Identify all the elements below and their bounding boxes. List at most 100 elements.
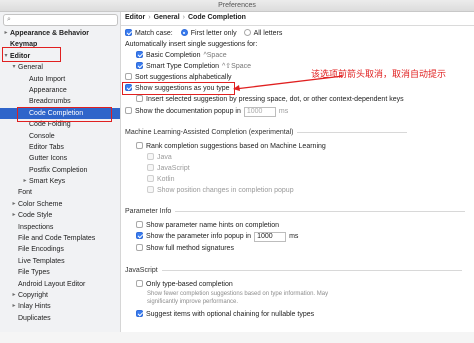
param-section-header: Parameter Info: [125, 208, 466, 215]
smart-completion-shortcut: ^⇧Space: [222, 63, 252, 70]
sidebar-item-gutter-icons[interactable]: Gutter Icons: [0, 153, 120, 164]
sidebar-item-label: Inlay Hints: [18, 303, 51, 311]
annotation-text: 该选项前箭头取消，取消自动提示: [311, 69, 447, 79]
search-input[interactable]: [16, 15, 114, 25]
ml-kotlin-row: Kotlin: [147, 175, 175, 184]
breadcrumb-code-completion: Code Completion: [188, 14, 246, 21]
param-popup-checkbox[interactable]: [136, 232, 143, 239]
sidebar-item-file-encodings[interactable]: File Encodings: [0, 244, 120, 255]
doc-popup-checkbox[interactable]: [125, 107, 132, 114]
sidebar-item-label: Android Layout Editor: [18, 280, 86, 288]
first-letter-radio[interactable]: [180, 29, 188, 36]
sidebar-item-file-types[interactable]: File Types: [0, 267, 120, 278]
sidebar-item-appearance-behavior[interactable]: ▸ Appearance & Behavior: [0, 28, 120, 39]
chevron-down-icon[interactable]: ▾: [2, 51, 10, 62]
sidebar-item-postfix-completion[interactable]: Postfix Completion: [0, 165, 120, 176]
sidebar-item-label: Breadcrumbs: [29, 98, 71, 106]
sidebar-item-label: Auto Import: [29, 75, 66, 83]
sidebar-item-label: Postfix Completion: [29, 166, 88, 174]
sidebar-item-smart-keys[interactable]: ▸ Smart Keys: [0, 176, 120, 187]
sidebar-item-label: Smart Keys: [29, 178, 66, 186]
sidebar-item-code-style[interactable]: ▸ Code Style: [0, 210, 120, 221]
breadcrumb-editor[interactable]: Editor: [125, 14, 145, 21]
chevron-down-icon[interactable]: ▾: [10, 62, 18, 73]
horizontal-scrollbar[interactable]: [0, 332, 474, 343]
sidebar-item-appearance[interactable]: Appearance: [0, 85, 120, 96]
basic-completion-row: Basic Completion ^Space: [136, 51, 227, 60]
settings-sidebar: ⌕ ▸ Appearance & Behavior Keymap ▾ Editor ▾ Ge…: [0, 12, 121, 343]
full-sig-checkbox[interactable]: [136, 244, 143, 251]
sidebar-item-label: File and Code Templates: [18, 235, 96, 243]
sidebar-item-breadcrumbs[interactable]: Breadcrumbs: [0, 96, 120, 107]
optional-chaining-row: Suggest items with optional chaining for…: [136, 310, 314, 319]
insert-selected-checkbox[interactable]: [136, 95, 143, 102]
sidebar-item-console[interactable]: Console: [0, 131, 120, 142]
ml-kotlin-checkbox[interactable]: [147, 175, 154, 182]
sidebar-item-editor[interactable]: ▾ Editor: [0, 51, 120, 62]
ml-rank-checkbox[interactable]: [136, 142, 143, 149]
all-letters-radio[interactable]: [243, 29, 251, 36]
sidebar-item-font[interactable]: Font: [0, 187, 120, 198]
sidebar-item-code-folding[interactable]: Code Folding: [0, 119, 120, 130]
param-popup-delay-field[interactable]: 1000: [254, 232, 287, 242]
js-section-title: JavaScript: [125, 267, 158, 274]
sidebar-item-keymap[interactable]: Keymap: [0, 39, 120, 50]
sidebar-item-label: Copyright: [18, 291, 48, 299]
ml-js-checkbox[interactable]: [147, 164, 154, 171]
sidebar-item-editor-tabs[interactable]: Editor Tabs: [0, 142, 120, 153]
optional-chaining-checkbox[interactable]: [136, 310, 143, 317]
first-letter-label: First letter only: [190, 30, 237, 37]
sidebar-item-inlay-hints[interactable]: ▸ Inlay Hints: [0, 301, 120, 312]
chevron-right-icon[interactable]: ▸: [10, 199, 18, 210]
window-title: Preferences: [218, 2, 256, 9]
chevron-right-icon[interactable]: ▸: [2, 28, 10, 39]
basic-completion-checkbox[interactable]: [136, 51, 143, 58]
sidebar-item-label: Code Folding: [29, 121, 71, 129]
sidebar-item-file-and-code-templates[interactable]: File and Code Templates: [0, 233, 120, 244]
type-based-checkbox[interactable]: [136, 280, 143, 287]
sidebar-item-auto-import[interactable]: Auto Import: [0, 74, 120, 85]
full-sig-label: Show full method signatures: [146, 245, 234, 252]
ml-show-pos-label: Show position changes in completion popu…: [157, 187, 294, 194]
sidebar-item-label: Live Templates: [18, 257, 65, 265]
ml-show-pos-row: Show position changes in completion popu…: [147, 186, 294, 195]
sidebar-item-code-completion[interactable]: Code Completion: [0, 107, 120, 120]
sidebar-item-label: Appearance & Behavior: [10, 30, 89, 37]
sidebar-item-color-scheme[interactable]: ▸ Color Scheme: [0, 199, 120, 210]
sort-alpha-checkbox[interactable]: [125, 73, 132, 80]
chevron-right-icon[interactable]: ▸: [21, 176, 29, 187]
sidebar-item-copyright[interactable]: ▸ Copyright: [0, 290, 120, 301]
doc-popup-delay-field[interactable]: 1000: [243, 107, 276, 117]
settings-search-box[interactable]: ⌕: [3, 14, 118, 26]
breadcrumb-general[interactable]: General: [154, 14, 180, 21]
param-popup-row: Show the parameter info popup in 1000 ms: [136, 232, 298, 242]
sidebar-item-label: General: [18, 64, 43, 72]
auto-insert-heading: Automatically insert single suggestions …: [125, 41, 258, 48]
chevron-right-icon[interactable]: ▸: [10, 301, 18, 312]
param-hints-checkbox[interactable]: [136, 221, 143, 228]
show-as-type-row: Show suggestions as you type: [125, 84, 230, 93]
match-case-checkbox[interactable]: [125, 29, 132, 36]
show-as-type-checkbox[interactable]: [125, 84, 132, 91]
ml-rank-label: Rank completion suggestions based on Mac…: [146, 143, 326, 150]
ml-kotlin-label: Kotlin: [157, 176, 175, 183]
sidebar-item-label: Code Style: [18, 212, 53, 220]
ml-show-pos-checkbox[interactable]: [147, 186, 154, 193]
smart-completion-checkbox[interactable]: [136, 62, 143, 69]
chevron-right-icon[interactable]: ▸: [10, 210, 18, 221]
ml-js-label: JavaScript: [157, 165, 190, 172]
sidebar-item-label: Appearance: [29, 86, 67, 94]
chevron-right-icon[interactable]: ▸: [10, 290, 18, 301]
sidebar-item-label: Color Scheme: [18, 200, 63, 208]
sidebar-item-label: Gutter Icons: [29, 155, 68, 163]
code-completion-panel: Editor › General › Code Completion Match cas…: [121, 12, 474, 343]
smart-completion-row: Smart Type Completion ^⇧Space: [136, 62, 251, 71]
basic-completion-label: Basic Completion: [146, 52, 201, 59]
sidebar-item-inspections[interactable]: Inspections: [0, 222, 120, 233]
sidebar-item-duplicates[interactable]: Duplicates: [0, 313, 120, 324]
sidebar-item-general[interactable]: ▾ General: [0, 62, 120, 73]
sidebar-item-live-templates[interactable]: Live Templates: [0, 256, 120, 267]
ml-java-checkbox[interactable]: [147, 153, 154, 160]
doc-popup-label: Show the documentation popup in: [135, 108, 241, 115]
sidebar-item-android-layout-editor[interactable]: Android Layout Editor: [0, 279, 120, 290]
